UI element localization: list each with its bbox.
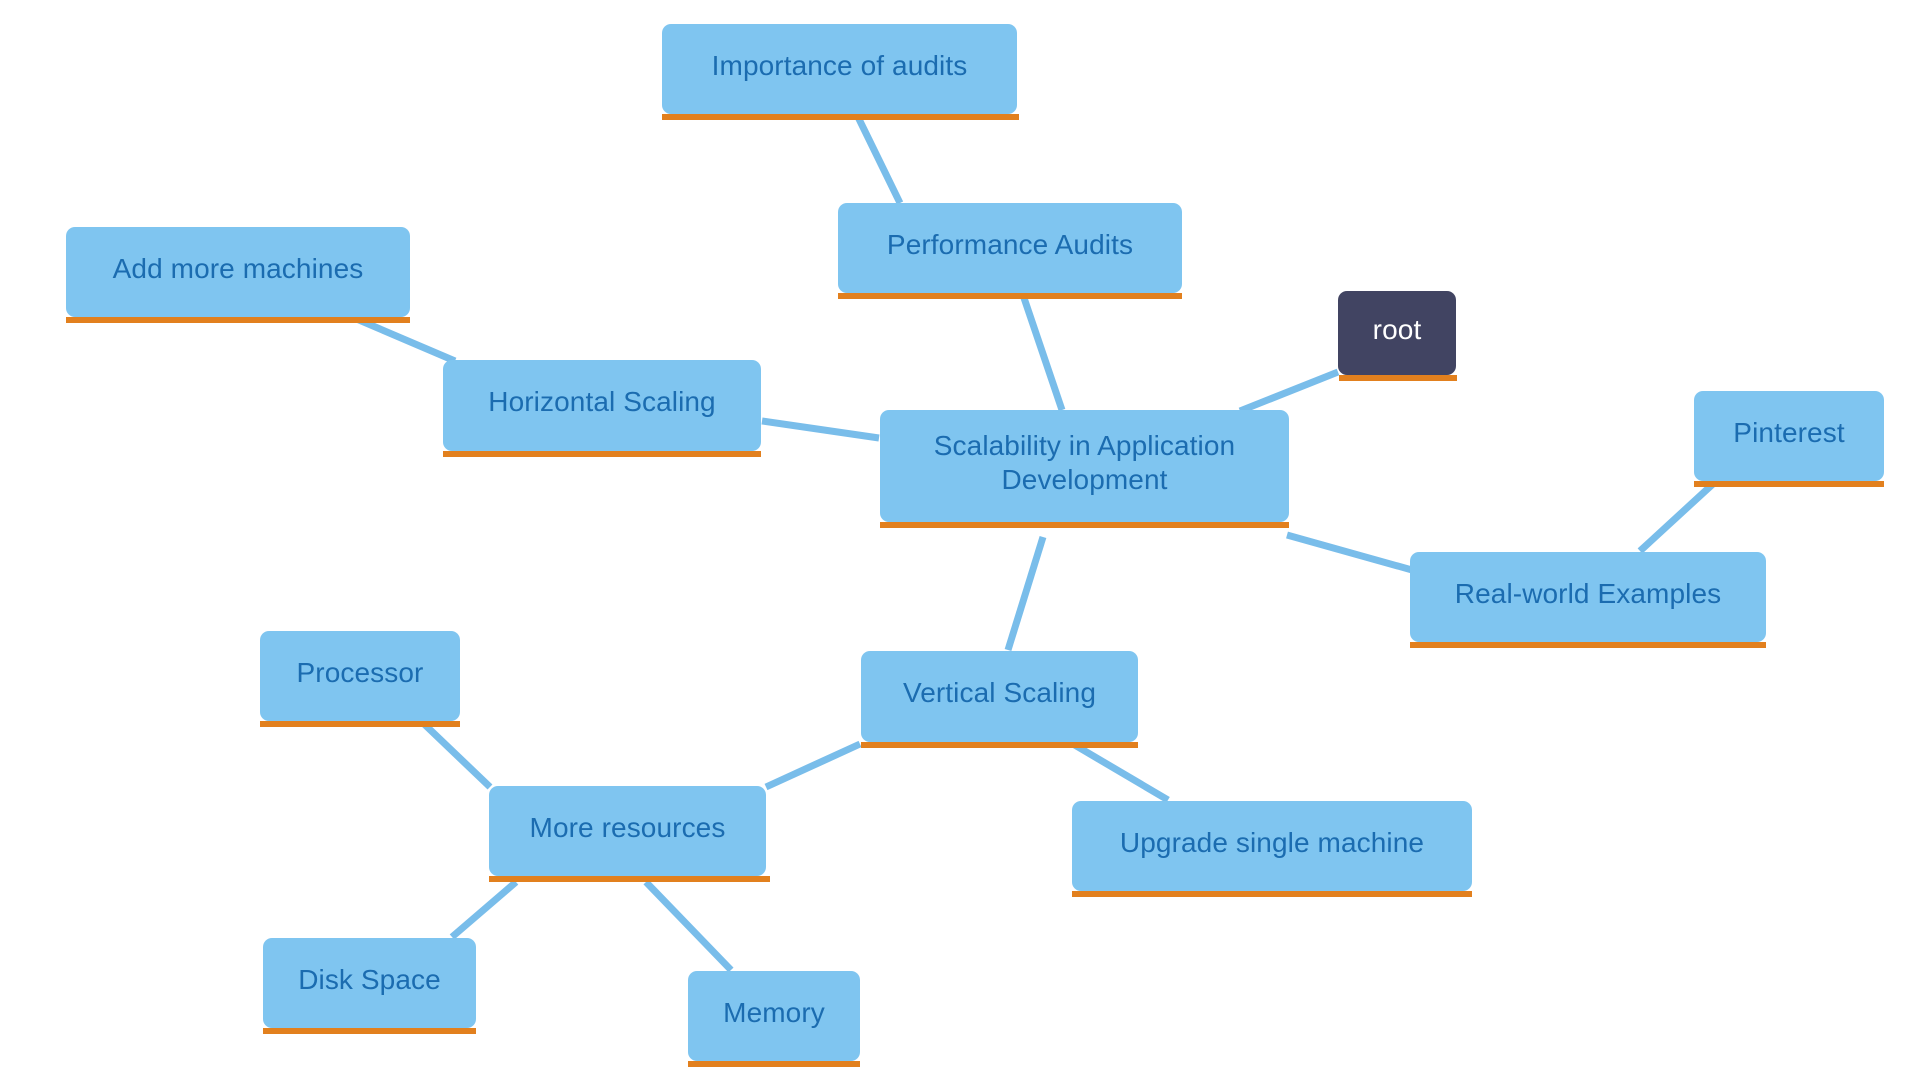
edge-layer <box>350 115 1717 973</box>
edge-central-to-performance_audits <box>1018 290 1066 412</box>
edge-central-to-vertical_scaling <box>1004 535 1047 652</box>
mindmap-node-label-disk_space: Disk Space <box>298 963 441 995</box>
edge-central-to-horizontal_scaling <box>761 417 880 442</box>
mindmap-node-memory[interactable]: Memory <box>688 971 860 1067</box>
edge-more_resources-to-disk_space <box>449 879 519 940</box>
mindmap-node-label-add_more_machines: Add more machines <box>112 252 364 284</box>
mindmap-node-importance_of_audits[interactable]: Importance of audits <box>662 24 1019 120</box>
mindmap-node-label-performance_audits: Performance Audits <box>886 228 1134 260</box>
mindmap-node-underline-upgrade_single_machine <box>1072 891 1472 897</box>
mindmap-node-underline-vertical_scaling <box>861 742 1138 748</box>
mindmap-node-label-central: Scalability in Application Development <box>933 429 1236 495</box>
mindmap-node-performance_audits[interactable]: Performance Audits <box>838 203 1182 299</box>
mindmap-node-label-pinterest: Pinterest <box>1733 416 1845 448</box>
mindmap-node-underline-disk_space <box>263 1028 476 1034</box>
mindmap-node-underline-root <box>1339 375 1457 381</box>
mindmap-node-underline-more_resources <box>489 876 770 882</box>
mindmap-node-underline-importance_of_audits <box>662 114 1019 120</box>
mindmap-node-underline-memory <box>688 1061 860 1067</box>
edge-more_resources-to-memory <box>643 879 734 973</box>
mindmap-node-disk_space[interactable]: Disk Space <box>263 938 476 1034</box>
mindmap-node-label-horizontal_scaling: Horizontal Scaling <box>488 386 716 418</box>
edge-root-to-central <box>1238 368 1340 415</box>
mindmap-node-underline-performance_audits <box>838 293 1182 299</box>
mindmap-node-pinterest[interactable]: Pinterest <box>1694 391 1884 487</box>
edge-performance_audits-to-importance_of_audits <box>854 115 904 205</box>
edge-vertical_scaling-to-more_resources <box>764 740 862 791</box>
edge-real_world_examples-to-pinterest <box>1637 480 1717 554</box>
mindmap-node-underline-central <box>880 522 1289 528</box>
edge-central-to-real_world_examples <box>1286 531 1413 574</box>
mindmap-node-label-processor: Processor <box>296 656 424 688</box>
mindmap-node-label-vertical_scaling: Vertical Scaling <box>902 677 1097 709</box>
edge-horizontal_scaling-to-add_more_machines <box>350 313 457 365</box>
mindmap-node-central[interactable]: Scalability in Application Development <box>880 410 1289 528</box>
mindmap-canvas: root Scalability in Application Developme… <box>0 0 1920 1080</box>
mindmap-node-underline-horizontal_scaling <box>443 451 761 457</box>
mindmap-node-underline-add_more_machines <box>66 317 410 323</box>
mindmap-node-label-upgrade_single_machine: Upgrade single machine <box>1119 826 1425 858</box>
mindmap-node-horizontal_scaling[interactable]: Horizontal Scaling <box>443 360 761 457</box>
mindmap-node-underline-pinterest <box>1694 481 1884 487</box>
edge-vertical_scaling-to-upgrade_single_machine <box>1071 740 1170 804</box>
mindmap-node-real_world_examples[interactable]: Real-world Examples <box>1410 552 1766 648</box>
mindmap-node-label-more_resources: More resources <box>529 811 726 843</box>
mindmap-node-label-importance_of_audits: Importance of audits <box>711 49 968 81</box>
mindmap-node-label-root: root <box>1372 313 1422 345</box>
mindmap-node-underline-real_world_examples <box>1410 642 1766 648</box>
mindmap-node-add_more_machines[interactable]: Add more machines <box>66 227 410 323</box>
mindmap-node-label-real_world_examples: Real-world Examples <box>1454 577 1722 609</box>
mindmap-node-more_resources[interactable]: More resources <box>489 786 770 882</box>
edge-more_resources-to-processor <box>419 719 493 790</box>
mindmap-node-vertical_scaling[interactable]: Vertical Scaling <box>861 651 1138 748</box>
mindmap-node-processor[interactable]: Processor <box>260 631 460 727</box>
mindmap-node-root[interactable]: root <box>1338 291 1457 381</box>
mindmap-node-label-memory: Memory <box>723 996 825 1028</box>
mindmap-node-underline-processor <box>260 721 460 727</box>
mindmap-node-upgrade_single_machine[interactable]: Upgrade single machine <box>1072 801 1472 897</box>
